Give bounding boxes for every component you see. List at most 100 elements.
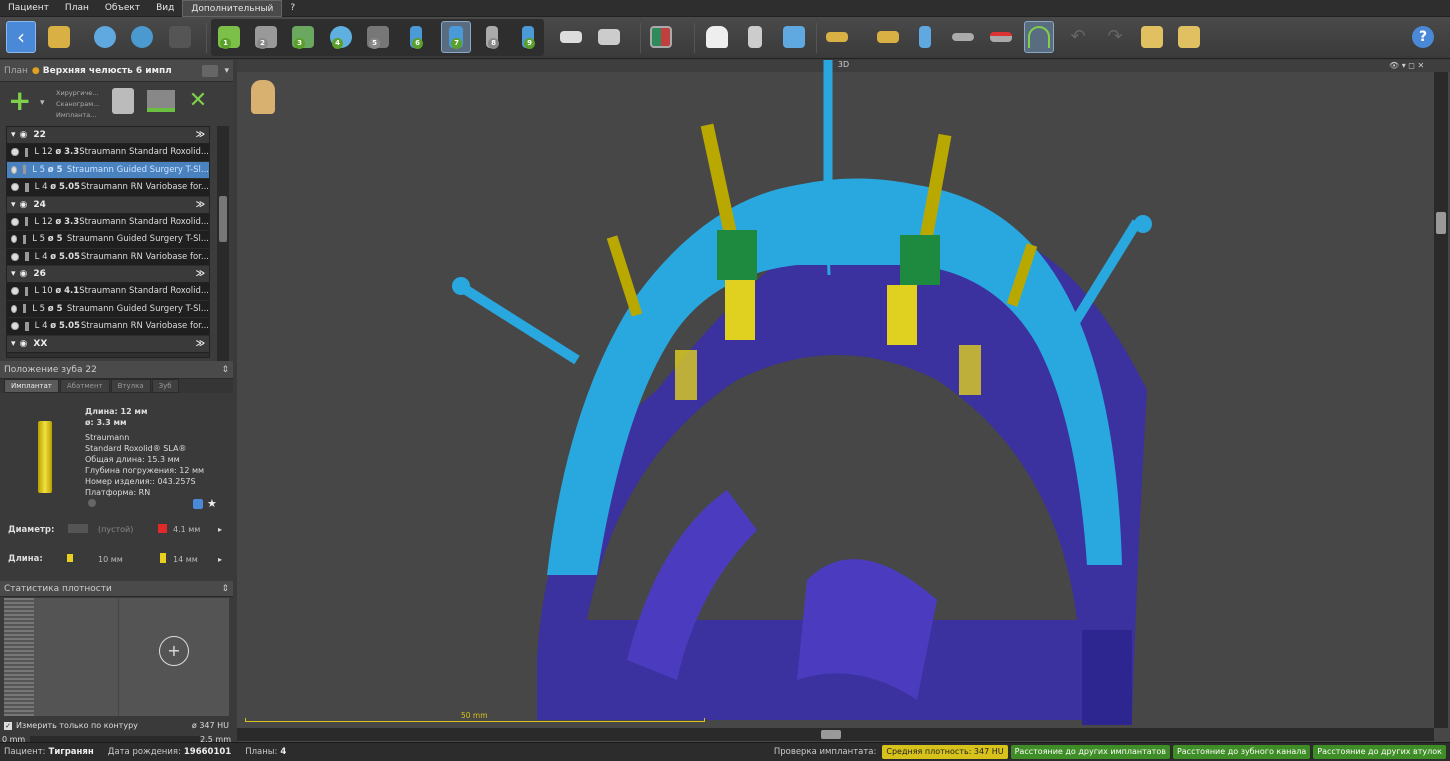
guide-icon[interactable] [556,21,586,53]
implant-option[interactable]: Имплантa... [56,110,99,121]
tree-row[interactable]: L 12 ø 3.3 Straumann Standard Roxolid... [7,213,209,231]
tree-row[interactable]: L 12 ø 3.3 Straumann Standard Roxolid... [7,144,209,162]
box-icon[interactable] [779,21,809,53]
diameter-option[interactable]: 4.1 мм [173,525,200,534]
menu-item-2[interactable]: Объект [97,0,148,17]
crosshair-icon[interactable]: + [159,636,189,666]
view-v-scrollbar[interactable] [1434,72,1448,728]
group-visibility-icon[interactable]: ◉ [20,130,28,140]
tab-implant[interactable]: Имплантат [4,379,59,393]
menu-item-4[interactable]: Дополнительный [182,0,283,17]
tooth-icon[interactable] [702,21,732,53]
plan-menu-button[interactable] [202,64,219,77]
favorite-icon[interactable]: ★ [207,497,217,510]
length-option-14[interactable]: 14 мм [173,555,198,564]
add-dropdown-icon[interactable]: ▾ [40,98,45,108]
group-expand-icon[interactable]: ▾ [11,130,16,140]
group-toggle-icon[interactable]: ≫ [196,130,205,140]
tree-group[interactable]: ▾ ◉ XX ≫ [7,335,209,353]
tree-row[interactable]: L 4 ø 5.05 Straumann RN Variobase for... [7,318,209,336]
step-4-icon[interactable]: 4 [326,21,356,53]
menu-item-0[interactable]: Пациент [0,0,57,17]
step-6-icon[interactable]: 6 [401,21,431,53]
tree-group[interactable]: ▾ ◉ 26 ≫ [7,266,209,283]
step-7-icon[interactable]: 7 [441,21,471,53]
sleeve-icon[interactable] [822,21,852,53]
diameter-empty[interactable]: (пустой) [98,525,133,534]
group-visibility-icon[interactable]: ◉ [20,269,28,279]
group-visibility-icon[interactable]: ◉ [20,200,28,210]
abutment-icon[interactable] [873,21,903,53]
cross-check-icon[interactable]: ✕ [184,90,212,112]
surgical-option[interactable]: Хирургиче... [56,88,99,99]
tree-row[interactable]: L 4 ø 5.05 Straumann RN Variobase for... [7,248,209,266]
step-9-icon[interactable]: 9 [513,21,543,53]
tab-tooth[interactable]: Зуб [151,379,179,393]
visibility-radio[interactable] [11,322,19,331]
step-2-icon[interactable]: 2 [251,21,281,53]
trash-icon[interactable] [112,88,134,114]
link-icon[interactable] [90,21,120,53]
implant-small-icon[interactable] [88,499,96,507]
group-toggle-icon[interactable]: ≫ [196,200,205,210]
position-collapse-icon[interactable]: ⇕ [221,365,229,375]
tree-group[interactable]: ▾ ◉ 22 ≫ [7,127,209,144]
group-toggle-icon[interactable]: ≫ [196,269,205,279]
visibility-radio[interactable] [11,287,19,296]
visibility-radio[interactable] [11,217,19,226]
implant-refresh-icon[interactable] [193,499,203,509]
step-8-icon[interactable]: 8 [477,21,507,53]
layout-icon[interactable] [646,21,676,53]
length-option-10[interactable]: 10 мм [98,555,123,564]
step-5-icon[interactable]: 5 [363,21,393,53]
group-toggle-icon[interactable]: ≫ [196,339,205,349]
measure-icon[interactable] [948,21,978,53]
scan-option[interactable]: Сканограм... [56,99,99,110]
view-h-scrollbar[interactable] [237,728,1434,741]
tree-row[interactable]: L 10 ø 4.1 Straumann Standard Roxolid... [7,283,209,301]
view-3d[interactable]: 3D 👁 ▾ ◻ ✕ 50 mm [237,60,1450,742]
visibility-radio[interactable] [11,304,18,313]
group-visibility-icon[interactable]: ◉ [20,339,28,349]
implant-place-icon[interactable] [740,21,770,53]
menu-item-1[interactable]: План [57,0,97,17]
arch-view-icon[interactable] [1024,21,1054,53]
contour-checkbox[interactable]: ✓ [4,721,12,730]
export-folder-icon[interactable] [1137,21,1167,53]
group-expand-icon[interactable]: ▾ [11,269,16,279]
tree-group[interactable]: ▾ ◉ 24 ≫ [7,196,209,214]
visibility-radio[interactable] [11,148,19,157]
implant-blue-icon[interactable] [910,21,940,53]
density-collapse-icon[interactable]: ⇕ [221,584,229,594]
tab-sleeve[interactable]: Втулка [110,379,151,393]
group-expand-icon[interactable]: ▾ [11,339,16,349]
visibility-radio[interactable] [11,252,19,261]
open-folder-icon[interactable] [44,21,74,53]
print-icon[interactable] [594,21,624,53]
tree-row[interactable]: L 5 ø 5 Straumann Guided Surgery T-Sl... [7,231,209,249]
verify-icon[interactable] [147,90,175,112]
visibility-radio[interactable] [11,235,18,244]
plan-name[interactable]: Верхняя челюсть 6 импл [43,66,172,76]
tree-row[interactable]: L 5 ø 5 Straumann Guided Surgery T-Sl... [7,300,209,318]
row-length: L 4 [34,251,48,262]
tree-row[interactable]: L 4 ø 5.05 Straumann RN Variobase for... [7,179,209,197]
delete-measure-icon[interactable] [986,21,1016,53]
diameter-next-icon[interactable]: ▸ [218,525,222,534]
help-icon[interactable]: ? [1408,21,1438,53]
tab-abutment[interactable]: Абатмент [59,379,110,393]
tree-row[interactable]: L 5 ø 5 Straumann Guided Surgery T-Sl... [7,161,209,179]
step-1-icon[interactable]: 1 [214,21,244,53]
menu-item-5[interactable]: ? [282,0,303,17]
visibility-radio[interactable] [11,165,18,174]
import-folder-icon[interactable] [1174,21,1204,53]
group-expand-icon[interactable]: ▾ [11,200,16,210]
step-3-icon[interactable]: 3 [288,21,318,53]
plan-dropdown-icon[interactable]: ▾ [224,66,229,76]
add-plus-icon[interactable]: + [8,87,31,116]
back-icon[interactable]: ‹ [6,21,36,53]
length-next-icon[interactable]: ▸ [218,555,222,564]
visibility-radio[interactable] [11,183,19,192]
globe-scan-icon[interactable] [127,21,157,53]
menu-item-3[interactable]: Вид [148,0,182,17]
